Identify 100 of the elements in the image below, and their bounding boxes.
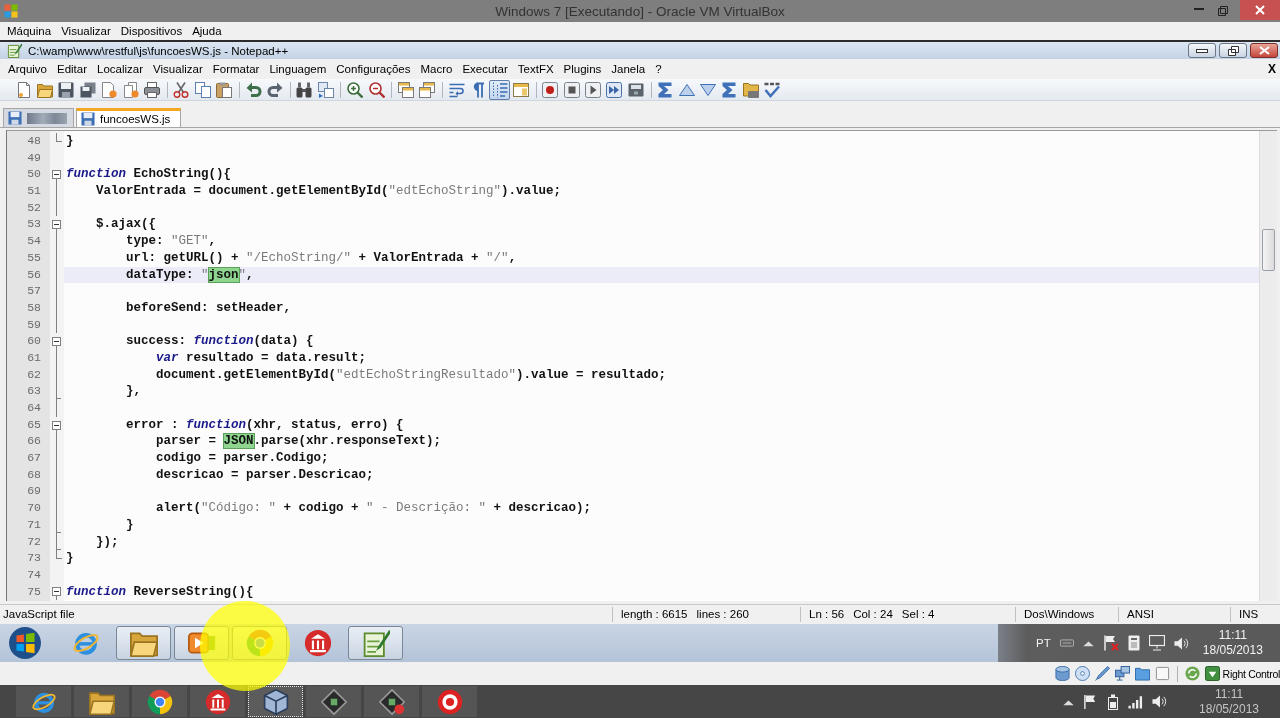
menu-item[interactable]: Macro <box>415 63 458 75</box>
stop-icon[interactable] <box>563 81 580 98</box>
scissors-icon[interactable] <box>173 81 190 98</box>
triangle-up-icon[interactable] <box>678 81 695 98</box>
flag-icon[interactable] <box>1083 693 1098 710</box>
signal-bars-icon[interactable] <box>1128 694 1143 709</box>
clipboard-icon[interactable] <box>216 81 233 98</box>
collapse-icon[interactable] <box>52 220 61 230</box>
fast-forward-icon[interactable] <box>606 81 623 98</box>
menu-item[interactable]: Executar <box>457 63 513 75</box>
speaker-icon[interactable] <box>1173 635 1189 651</box>
device-icon[interactable] <box>1127 635 1140 651</box>
stacked-windows-icon[interactable] <box>419 81 436 98</box>
restore-icon[interactable] <box>1218 6 1228 16</box>
speaker-icon[interactable] <box>1152 694 1167 709</box>
menu-item[interactable]: Configurações <box>331 63 416 75</box>
stacked-windows-icon[interactable] <box>397 81 414 98</box>
close-document-button[interactable]: X <box>1268 62 1276 76</box>
record-icon[interactable] <box>542 81 559 98</box>
square-icon[interactable] <box>1154 666 1170 681</box>
status-text: Ln : 56 <box>809 608 845 620</box>
close-button[interactable] <box>1240 0 1280 20</box>
toggle-button[interactable] <box>488 79 511 100</box>
wrap-lines-icon[interactable] <box>448 81 465 98</box>
network-icon[interactable] <box>1114 666 1130 681</box>
sigma-icon[interactable] <box>657 81 674 98</box>
floppy-disks-icon[interactable] <box>79 81 96 98</box>
language-indicator[interactable]: PT <box>1036 637 1051 649</box>
sigma-icon[interactable] <box>721 81 738 98</box>
redo-arrow-icon[interactable] <box>267 81 283 98</box>
menu-item[interactable]: Janela <box>606 63 651 75</box>
tab[interactable] <box>3 108 74 127</box>
two-pages-icon[interactable] <box>194 81 211 98</box>
close-button[interactable] <box>1250 43 1278 58</box>
taskbar-button[interactable] <box>116 626 171 660</box>
menu-item[interactable]: Ajuda <box>187 25 227 37</box>
replace-icon[interactable] <box>317 81 334 98</box>
menu-item[interactable]: Localizar <box>92 63 149 75</box>
keyboard-icon[interactable] <box>1059 639 1074 647</box>
folder-icon[interactable] <box>742 81 759 98</box>
code-line: } <box>66 551 74 566</box>
collapse-icon[interactable] <box>52 337 61 347</box>
play-icon[interactable] <box>585 81 602 98</box>
menu-item[interactable]: Visualizar <box>148 63 208 75</box>
triangle-up-icon[interactable] <box>1063 697 1074 706</box>
line-number: 68 <box>27 467 41 481</box>
taskbar-button[interactable] <box>422 686 477 717</box>
collapse-icon[interactable] <box>52 420 61 430</box>
menu-item[interactable]: Plugins <box>558 63 607 75</box>
zoom-in-icon[interactable] <box>347 81 364 98</box>
window-panel-icon[interactable] <box>512 81 529 98</box>
menu-item[interactable]: Arquivo <box>3 63 52 75</box>
line-number: 65 <box>27 417 41 431</box>
printer-icon[interactable] <box>144 81 161 98</box>
battery-icon[interactable] <box>1107 693 1119 710</box>
taskbar-button[interactable] <box>132 686 187 717</box>
columns-circle-icon[interactable] <box>303 629 332 657</box>
pages-dot-icon[interactable] <box>122 81 139 98</box>
collapse-icon[interactable] <box>52 170 61 180</box>
new-file-icon[interactable] <box>15 81 32 98</box>
spellcheck-icon[interactable] <box>764 81 781 98</box>
menu-item[interactable]: Linguagem <box>264 63 332 75</box>
triangle-up-icon[interactable] <box>1082 639 1094 647</box>
scrollbar-thumb[interactable] <box>1262 229 1275 271</box>
menu-item[interactable]: Visualizar <box>56 25 116 37</box>
menu-item[interactable]: Máquina <box>2 25 57 37</box>
line-number: 60 <box>27 334 41 348</box>
taskbar-button[interactable] <box>74 686 129 717</box>
tab[interactable]: funcoesWS.js <box>76 108 182 127</box>
taskbar-button[interactable] <box>16 686 71 717</box>
arrow-down-box-icon[interactable] <box>1204 666 1220 681</box>
line-number: 59 <box>27 317 41 331</box>
disc-icon[interactable] <box>1074 666 1090 681</box>
folder-icon[interactable] <box>1134 666 1150 681</box>
flag-x-icon[interactable] <box>1102 635 1119 651</box>
menu-item[interactable]: TextFX <box>512 63 559 75</box>
line-number: 62 <box>27 367 41 381</box>
start-orb-icon[interactable] <box>8 626 42 660</box>
taskbar-button[interactable] <box>190 686 245 717</box>
minimize-button[interactable] <box>1188 43 1216 58</box>
code-line: } <box>66 134 74 148</box>
database-icon[interactable] <box>1054 666 1070 681</box>
pen-icon[interactable] <box>1094 666 1110 681</box>
collapse-icon[interactable] <box>52 587 61 597</box>
menu-item[interactable]: ? <box>650 63 667 75</box>
menu-item[interactable]: Editar <box>52 63 93 75</box>
triangle-down-icon[interactable] <box>700 81 716 98</box>
monitor-icon[interactable] <box>1148 635 1165 651</box>
menu-item[interactable]: Dispositivos <box>115 25 188 37</box>
menu-item[interactable]: Formatar <box>207 63 265 75</box>
zoom-out-icon[interactable] <box>368 81 385 98</box>
line-number: 69 <box>27 484 41 498</box>
taskbar-button[interactable] <box>348 626 403 660</box>
restore-button[interactable] <box>1219 43 1247 58</box>
taskbar-button[interactable] <box>306 686 361 717</box>
open-folder-icon[interactable] <box>37 81 54 98</box>
binoculars-icon[interactable] <box>296 81 313 98</box>
floppy-icon <box>8 111 22 125</box>
taskbar-button[interactable] <box>364 686 419 717</box>
undo-arrow-icon[interactable] <box>245 81 262 98</box>
